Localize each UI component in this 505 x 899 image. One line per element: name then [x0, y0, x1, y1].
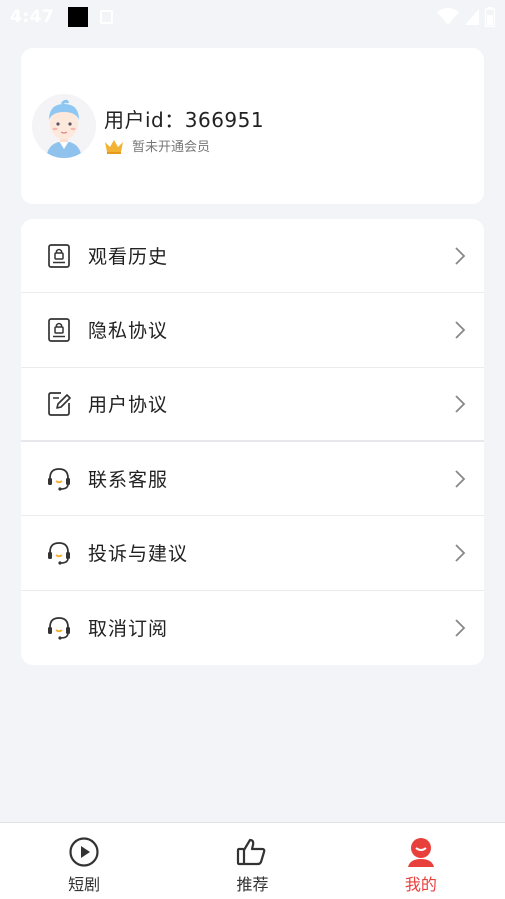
menu-list: 观看历史 隐私协议 用户协议 联系客服 投诉与建议 取消订阅: [21, 219, 484, 665]
bottom-nav: 短剧 推荐 我的: [0, 822, 505, 899]
thumbs-up-icon: [237, 838, 266, 866]
avatar[interactable]: [32, 94, 96, 158]
tab-mine[interactable]: 我的: [337, 823, 505, 899]
chevron-right-icon: [455, 321, 466, 339]
edit-document-icon: [46, 391, 72, 417]
tab-label: 推荐: [236, 875, 269, 894]
chevron-right-icon: [455, 395, 466, 413]
lock-document-icon: [46, 243, 72, 269]
tab-label: 我的: [404, 875, 437, 894]
notification-icon: [100, 10, 114, 24]
profile-card[interactable]: 用户id：366951 暂未开通会员: [21, 48, 484, 204]
avatar-icon: [32, 94, 96, 158]
tab-label: 短剧: [68, 875, 101, 894]
user-id: 用户id：366951: [104, 108, 265, 132]
menu-item-label: 隐私协议: [88, 320, 169, 343]
headset-icon: [46, 540, 72, 566]
play-icon: [69, 837, 99, 867]
battery-icon: [485, 7, 495, 27]
headset-icon: [46, 615, 72, 641]
chevron-right-icon: [455, 470, 466, 488]
vip-status-row: 暂未开通会员: [104, 136, 210, 155]
wifi-icon: [437, 8, 459, 25]
chevron-right-icon: [455, 619, 466, 637]
menu-item-privacy-policy[interactable]: 隐私协议: [21, 293, 484, 368]
menu-item-watch-history[interactable]: 观看历史: [21, 219, 484, 294]
headset-icon: [46, 466, 72, 492]
app-notification-icon: [68, 7, 89, 27]
status-time: 4:47: [10, 7, 55, 27]
lock-document-icon: [46, 317, 72, 343]
vip-status-text: 暂未开通会员: [132, 140, 211, 155]
crown-icon: [105, 139, 123, 154]
menu-item-user-agreement[interactable]: 用户协议: [21, 368, 484, 442]
tab-recommend[interactable]: 推荐: [168, 823, 336, 899]
chevron-right-icon: [455, 247, 466, 265]
menu-item-label: 观看历史: [88, 246, 169, 269]
menu-item-label: 联系客服: [88, 469, 169, 492]
menu-item-customer-service[interactable]: 联系客服: [21, 442, 484, 517]
user-face-icon: [407, 838, 434, 867]
signal-icon: [465, 9, 479, 25]
menu-item-label: 取消订阅: [88, 618, 169, 641]
menu-item-label: 投诉与建议: [88, 543, 189, 566]
tab-short-drama[interactable]: 短剧: [0, 823, 168, 899]
status-bar: 4:47: [0, 0, 505, 34]
menu-item-cancel-subscription[interactable]: 取消订阅: [21, 591, 484, 665]
chevron-right-icon: [455, 544, 466, 562]
menu-item-label: 用户协议: [88, 394, 169, 417]
menu-item-feedback[interactable]: 投诉与建议: [21, 516, 484, 591]
